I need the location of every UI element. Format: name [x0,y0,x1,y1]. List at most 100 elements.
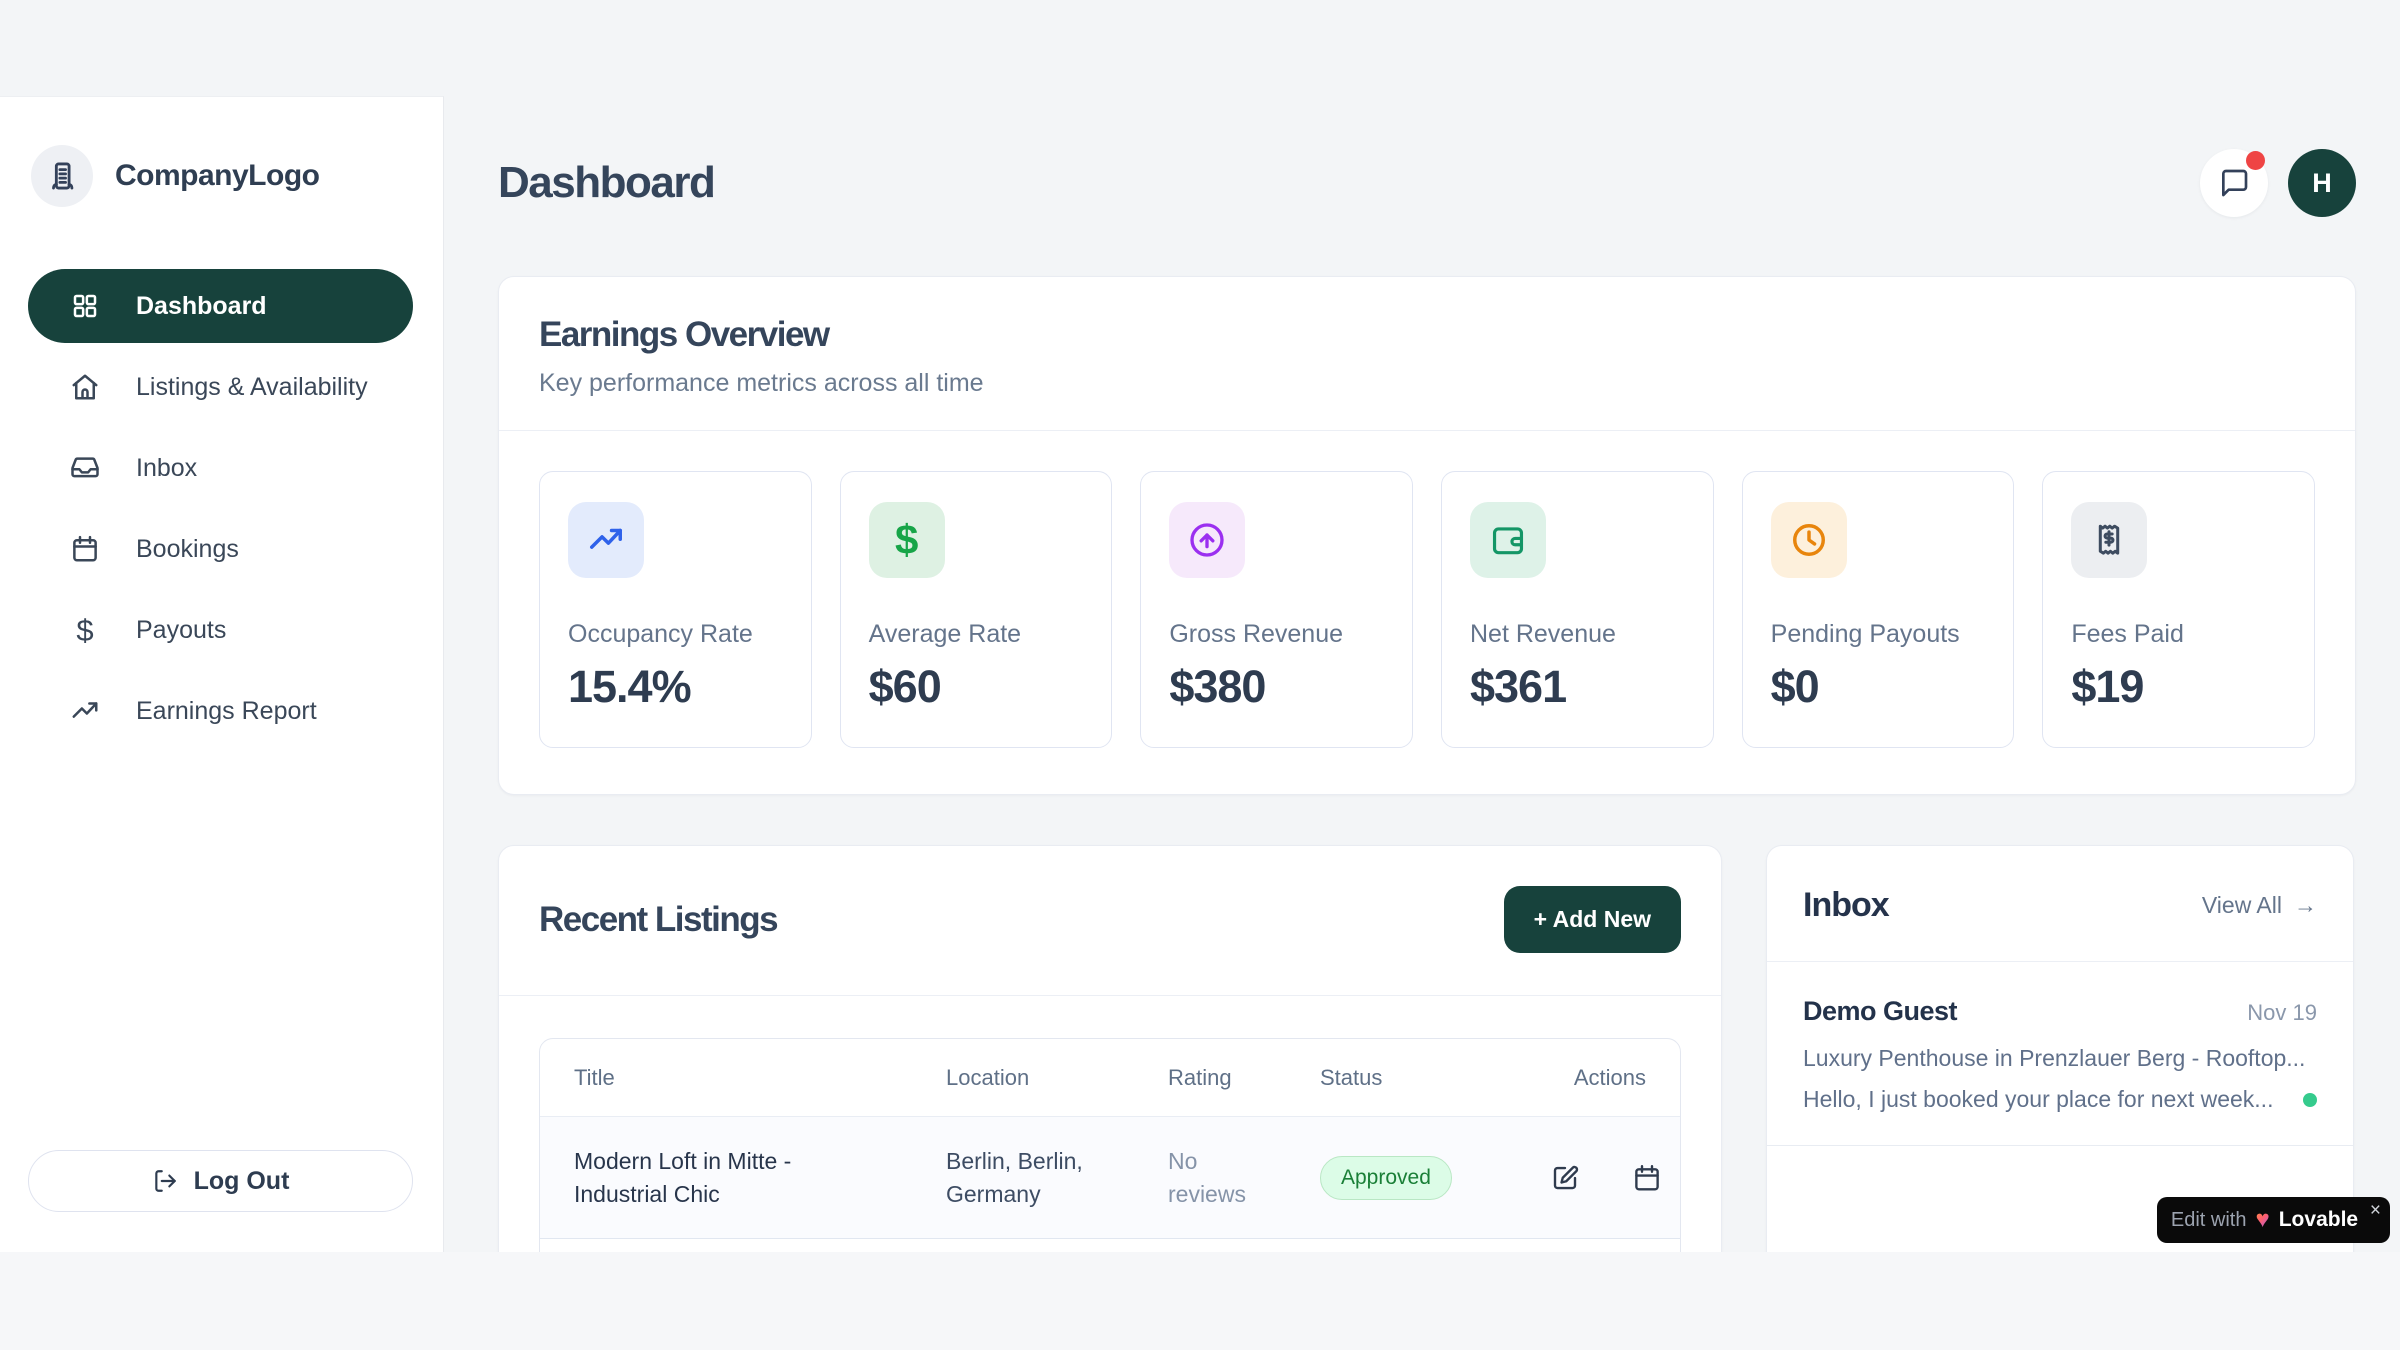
receipt-icon [2071,502,2147,578]
sidebar-item-label: Bookings [136,535,239,564]
view-all-label: View All [2202,892,2282,919]
building-icon [31,145,93,207]
metric-value: 15.4% [568,661,783,713]
sidebar-item-label: Inbox [136,454,197,483]
close-icon[interactable]: × [2370,1200,2381,1222]
recent-listings-header: Recent Listings + Add New [499,846,1721,996]
message-header: Demo Guest Nov 19 [1803,996,2317,1027]
sidebar: CompanyLogo Dashboard Listings & [0,96,444,1252]
logout-button[interactable]: Log Out [28,1150,413,1212]
trending-up-icon [70,696,100,726]
message-preview: Hello, I just booked your place for next… [1803,1086,2273,1113]
column-header-status: Status [1320,1065,1550,1091]
message-bubble-icon [2218,167,2250,199]
column-header-rating: Rating [1168,1065,1320,1091]
edit-with-lovable-badge[interactable]: Edit with ♥ Lovable × [2157,1197,2390,1243]
notification-dot [2246,151,2265,170]
sidebar-item-label: Earnings Report [136,697,317,726]
logout-label: Log Out [194,1167,290,1196]
recent-listings-card: Recent Listings + Add New Title Location… [498,845,1722,1252]
metric-value: $380 [1169,661,1384,713]
circle-arrow-up-icon [1169,502,1245,578]
sidebar-item-earnings-report[interactable]: Earnings Report [28,674,413,748]
table-row: Modern Loft in Mitte - Industrial Chic B… [540,1117,1680,1239]
trending-up-icon [568,502,644,578]
add-new-button[interactable]: + Add New [1504,886,1681,953]
clock-icon [1771,502,1847,578]
logo: CompanyLogo [28,145,413,207]
metric-label: Pending Payouts [1771,620,1986,649]
earnings-title: Earnings Overview [539,315,2315,355]
inbox-message-item[interactable]: Demo Guest Nov 19 Luxury Penthouse in Pr… [1767,962,2353,1146]
metric-value: $361 [1470,661,1685,713]
metrics-row: Occupancy Rate 15.4% $ Average Rate $60 [499,431,2355,794]
sidebar-nav: Dashboard Listings & Availability Inb [28,269,413,748]
metric-label: Gross Revenue [1169,620,1384,649]
column-header-actions: Actions [1574,1065,1646,1091]
earnings-overview-card: Earnings Overview Key performance metric… [498,276,2356,795]
listing-actions [1550,1163,1662,1193]
inbox-icon [70,453,100,483]
logout-icon [152,1168,178,1194]
avatar[interactable]: H [2288,149,2356,217]
metric-card-fees-paid: Fees Paid $19 [2042,471,2315,748]
message-sender: Demo Guest [1803,996,1957,1027]
sidebar-item-inbox[interactable]: Inbox [28,431,413,505]
dollar-icon: $ [70,615,100,645]
listing-status-cell: Approved [1320,1156,1550,1200]
earnings-subtitle: Key performance metrics across all time [539,369,2315,398]
lovable-prefix: Edit with [2171,1209,2247,1232]
logo-text: CompanyLogo [115,159,320,193]
listing-title: Modern Loft in Mitte - Industrial Chic [574,1145,829,1209]
recent-listings-title: Recent Listings [539,900,777,940]
metric-label: Net Revenue [1470,620,1685,649]
unread-dot [2303,1093,2317,1107]
wallet-icon [1470,502,1546,578]
listing-location: Berlin, Berlin, Germany [946,1145,1116,1209]
metric-value: $19 [2071,661,2286,713]
listings-table: Title Location Rating Status Actions Mod… [539,1038,1681,1252]
metric-card-occupancy: Occupancy Rate 15.4% [539,471,812,748]
lovable-brand: Lovable [2279,1208,2358,1232]
sidebar-item-label: Dashboard [136,292,267,321]
sidebar-item-payouts[interactable]: $ Payouts [28,593,413,667]
sidebar-item-bookings[interactable]: Bookings [28,512,413,586]
column-header-location: Location [946,1065,1168,1091]
edit-icon[interactable] [1550,1163,1580,1193]
content-row: Recent Listings + Add New Title Location… [498,845,2356,1252]
page-title: Dashboard [498,158,714,208]
inbox-header: Inbox View All → [1767,846,2353,962]
message-date: Nov 19 [2247,1000,2317,1026]
arrow-right-icon: → [2294,892,2317,919]
metric-value: $60 [869,661,1084,713]
grid-icon [70,291,100,321]
sidebar-item-listings[interactable]: Listings & Availability [28,350,413,424]
sidebar-item-label: Listings & Availability [136,373,368,402]
dollar-icon: $ [869,502,945,578]
metric-value: $0 [1771,661,1986,713]
calendar-icon [70,534,100,564]
metric-label: Average Rate [869,620,1084,649]
view-all-link[interactable]: View All → [2202,892,2317,919]
metric-card-average-rate: $ Average Rate $60 [840,471,1113,748]
message-subject: Luxury Penthouse in Prenzlauer Berg - Ro… [1803,1045,2317,1072]
earnings-header: Earnings Overview Key performance metric… [499,277,2355,431]
calendar-icon[interactable] [1632,1163,1662,1193]
heart-icon: ♥ [2255,1208,2269,1232]
chat-button[interactable] [2200,149,2268,217]
header-actions: H [2200,149,2356,217]
home-icon [70,372,100,402]
metric-label: Occupancy Rate [568,620,783,649]
column-header-title: Title [574,1065,946,1091]
main-content: Dashboard H Earnings Overview Key perfor… [444,0,2400,1252]
metric-label: Fees Paid [2071,620,2286,649]
app-viewport: CompanyLogo Dashboard Listings & [0,0,2400,1252]
metric-card-pending-payouts: Pending Payouts $0 [1742,471,2015,748]
sidebar-item-dashboard[interactable]: Dashboard [28,269,413,343]
message-preview-row: Hello, I just booked your place for next… [1803,1086,2317,1113]
status-badge: Approved [1320,1156,1452,1200]
metric-card-gross-revenue: Gross Revenue $380 [1140,471,1413,748]
sidebar-item-label: Payouts [136,616,226,645]
metric-card-net-revenue: Net Revenue $361 [1441,471,1714,748]
table-row [540,1239,1680,1252]
